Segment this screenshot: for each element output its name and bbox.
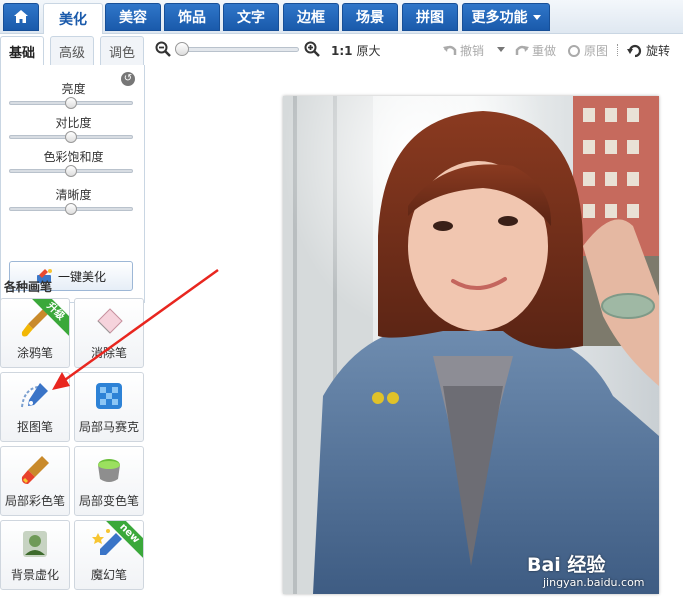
annotation-arrow-icon	[61, 268, 219, 384]
arrow-head-icon	[52, 372, 70, 390]
annotation-arrow-overlay	[52, 268, 219, 390]
